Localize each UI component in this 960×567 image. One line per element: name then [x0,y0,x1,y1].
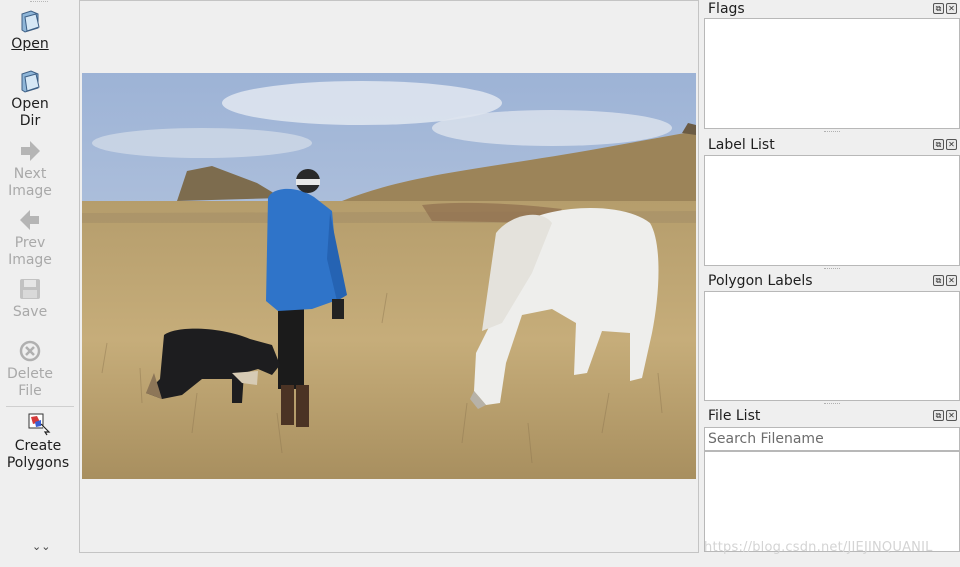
float-icon[interactable]: ⧉ [933,3,944,14]
flags-title: Flags [708,1,745,17]
delete-file-button[interactable]: Delete File [0,338,60,400]
open-dir-label: Open Dir [11,96,49,129]
file-list-dock-title[interactable]: File List ⧉ ✕ [704,407,960,425]
delete-file-label: Delete File [7,366,53,399]
file-list-title: File List [708,408,761,424]
folder-open-icon [21,10,40,33]
polygon-labels-dock-title[interactable]: Polygon Labels ⧉ ✕ [704,272,960,290]
float-icon[interactable]: ⧉ [933,410,944,421]
search-filename-input[interactable] [704,427,960,451]
flags-dock-title[interactable]: Flags ⧉ ✕ [704,0,960,18]
open-button[interactable]: Open [0,8,60,53]
next-image-label: Next Image [8,166,52,199]
close-icon[interactable]: ✕ [946,410,957,421]
close-icon[interactable]: ✕ [946,139,957,150]
flags-dock-buttons: ⧉ ✕ [933,3,957,14]
polygon-labels-list[interactable] [704,291,960,401]
create-polygons-button[interactable]: Create Polygons [0,410,76,472]
label-list[interactable] [704,155,960,266]
save-button[interactable]: Save [0,276,60,321]
prev-image-label: Prev Image [8,235,52,268]
watermark-text: https://blog.csdn.net/JIEJINQUANIL [704,540,933,555]
polygon-labels-dock-buttons: ⧉ ✕ [933,275,957,286]
polygon-labels-title: Polygon Labels [708,273,813,289]
file-list-dock-buttons: ⧉ ✕ [933,410,957,421]
floppy-disk-icon [20,279,40,299]
arrow-left-icon [20,210,39,230]
close-icon[interactable]: ✕ [946,275,957,286]
status-bar [0,556,960,567]
delete-circle-icon [19,340,41,362]
save-label: Save [12,304,48,320]
float-icon[interactable]: ⧉ [933,275,944,286]
dock-splitter[interactable] [824,268,840,270]
arrow-right-icon [21,141,40,161]
folder-open-icon [21,70,40,93]
open-label: Open [0,36,60,53]
labelme-window: Open Open Dir Next Image Prev Image Save… [0,0,960,567]
prev-image-button[interactable]: Prev Image [0,207,60,269]
create-polygon-icon [28,413,51,436]
toolbar-separator [6,406,74,407]
float-icon[interactable]: ⧉ [933,139,944,150]
dock-splitter[interactable] [824,403,840,405]
chevron-double-down-icon[interactable]: ⌄⌄ [32,540,50,553]
open-label-text: Open [11,36,49,52]
close-icon[interactable]: ✕ [946,3,957,14]
file-list[interactable] [704,451,960,552]
label-list-dock-title[interactable]: Label List ⧉ ✕ [704,136,960,154]
label-list-title: Label List [708,137,775,153]
open-dir-button[interactable]: Open Dir [0,68,60,130]
dock-splitter[interactable] [824,131,840,133]
next-image-button[interactable]: Next Image [0,138,60,200]
loaded-photo [82,73,696,479]
left-toolbar: Open Open Dir Next Image Prev Image Save… [0,0,78,556]
label-list-dock-buttons: ⧉ ✕ [933,139,957,150]
image-canvas[interactable] [79,0,699,553]
create-polygons-label: Create Polygons [6,438,70,471]
flags-list[interactable] [704,18,960,129]
toolbar-grip[interactable] [30,1,48,4]
